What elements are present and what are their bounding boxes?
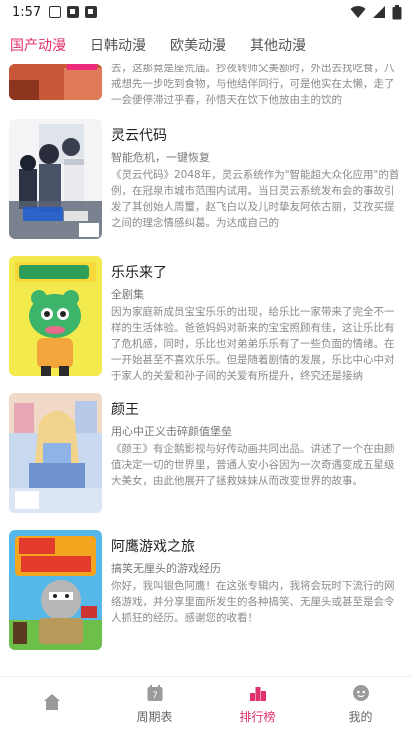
item-title: 乐乐来了 bbox=[111, 265, 167, 281]
list-item[interactable]: 灵云代码 智能危机，一键恢复 《灵云代码》2048年，灵云系统作为"智能超大众化… bbox=[0, 119, 412, 249]
ranking-icon bbox=[249, 687, 266, 701]
nav-profile[interactable]: 我的 bbox=[309, 677, 412, 732]
status-right bbox=[350, 4, 402, 20]
item-description: 去，这那竟是座荒庙。抄夜转师父美额时，外出去找吃食，八戒想先一步吃到食物，与他结… bbox=[111, 64, 395, 106]
bottom-nav: 7 周期表 排行榜 我的 bbox=[0, 676, 412, 732]
nav-home[interactable] bbox=[0, 677, 103, 732]
calendar-icon: 7 bbox=[147, 685, 162, 701]
status-bar: 1:57 bbox=[0, 0, 412, 24]
nav-ranking[interactable]: 排行榜 bbox=[206, 677, 309, 732]
item-subtitle: 全剧集 bbox=[111, 288, 144, 301]
item-description: 你好，我叫银色阿鹰！在这张专辑内，我将会玩时下流行的网络游戏，并分享里面所发生的… bbox=[111, 580, 395, 624]
cover-image bbox=[9, 530, 102, 650]
wifi-icon bbox=[350, 6, 366, 19]
item-subtitle: 搞笑无厘头的游戏经历 bbox=[111, 562, 221, 575]
home-icon bbox=[43, 693, 60, 710]
item-title: 灵云代码 bbox=[111, 128, 167, 144]
notification-m-icon bbox=[49, 6, 62, 18]
tab-japan-korea-anime[interactable]: 日韩动漫 bbox=[90, 35, 146, 59]
tab-western-anime[interactable]: 欧美动漫 bbox=[170, 35, 226, 59]
item-subtitle: 用心中正义击碎颜值堡垒 bbox=[111, 425, 232, 438]
item-title: 阿鹰游戏之旅 bbox=[111, 539, 195, 555]
status-time: 1:57 bbox=[12, 4, 42, 20]
notification-screen-icon bbox=[85, 6, 98, 18]
cover-image bbox=[9, 119, 102, 239]
list-item[interactable]: 去，这那竟是座荒庙。抄夜转师父美额时，外出去找吃食，八戒想先一步吃到食物，与他结… bbox=[0, 64, 412, 110]
nav-ranking-label: 排行榜 bbox=[239, 710, 276, 724]
svg-text:7: 7 bbox=[152, 691, 158, 701]
cover-image bbox=[9, 256, 102, 376]
profile-icon bbox=[352, 685, 369, 701]
status-left: 1:57 bbox=[12, 4, 98, 20]
tab-domestic-anime[interactable]: 国产动漫 bbox=[10, 35, 66, 59]
battery-icon bbox=[392, 4, 402, 19]
nav-profile-label: 我的 bbox=[348, 710, 373, 724]
anime-list: 去，这那竟是座荒庙。抄夜转师父美额时，外出去找吃食，八戒想先一步吃到食物，与他结… bbox=[0, 64, 412, 676]
item-title: 颜王 bbox=[111, 402, 139, 418]
item-subtitle: 智能危机，一键恢复 bbox=[111, 151, 210, 164]
cover-image bbox=[9, 64, 102, 100]
tab-other-anime[interactable]: 其他动漫 bbox=[250, 35, 306, 59]
cover-image bbox=[9, 393, 102, 513]
list-item[interactable]: 乐乐来了 全剧集 因为家庭新成员宝宝乐乐的出现，给乐比一家带来了完全不一样的生活… bbox=[0, 256, 412, 386]
notification-image-icon bbox=[67, 6, 80, 18]
item-description: 因为家庭新成员宝宝乐乐的出现，给乐比一家带来了完全不一样的生活体验。爸爸妈妈对新… bbox=[111, 306, 395, 382]
list-item[interactable]: 阿鹰游戏之旅 搞笑无厘头的游戏经历 你好，我叫银色阿鹰！在这张专辑内，我将会玩时… bbox=[0, 530, 412, 660]
item-description: 《颜王》有企鹅影视与好传动画共同出品。讲述了一个在由颜值决定一切的世界里，普通人… bbox=[111, 443, 395, 487]
list-item[interactable]: 颜王 用心中正义击碎颜值堡垒 《颜王》有企鹅影视与好传动画共同出品。讲述了一个在… bbox=[0, 393, 412, 523]
nav-schedule-label: 周期表 bbox=[136, 710, 173, 724]
item-description: 《灵云代码》2048年，灵云系统作为"智能超大众化应用"的首例，在冠泉市城市范围… bbox=[111, 169, 400, 229]
category-tabs: 国产动漫 日韩动漫 欧美动漫 其他动漫 bbox=[0, 32, 412, 62]
nav-schedule[interactable]: 7 周期表 bbox=[103, 677, 206, 732]
signal-icon bbox=[373, 6, 385, 18]
